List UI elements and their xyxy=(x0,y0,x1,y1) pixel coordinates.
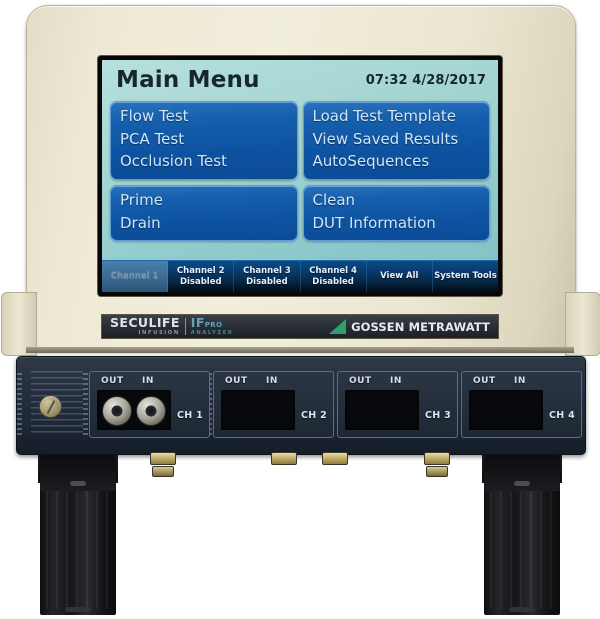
ch2-out-label: OUT xyxy=(225,376,248,386)
ch1-in-jack[interactable] xyxy=(136,396,166,426)
menu-item-load-test-template[interactable]: Load Test Template xyxy=(304,106,490,129)
tab-view-all-label: View All xyxy=(380,271,419,282)
ch1-out-jack[interactable] xyxy=(102,396,132,426)
menu-group-maintenance: Clean DUT Information xyxy=(302,185,490,242)
channel-separator xyxy=(17,373,22,435)
stand-leg-right-nub xyxy=(514,481,530,486)
tab-system-tools[interactable]: System Tools xyxy=(433,261,498,292)
lcd-screen[interactable]: Main Menu 07:32 4/28/2017 Flow Test PCA … xyxy=(102,60,498,292)
tab-channel-3[interactable]: Channel 3 Disabled xyxy=(234,261,301,292)
clock-datetime: 07:32 4/28/2017 xyxy=(365,72,486,88)
tab-channel-2-label: Channel 2 xyxy=(176,266,225,277)
edge-connector-pin xyxy=(150,452,176,465)
screen-header: Main Menu 07:32 4/28/2017 xyxy=(102,60,498,100)
ch2-in-label: IN xyxy=(266,376,278,386)
case-seam xyxy=(26,347,574,353)
stand-leg-left-foot xyxy=(65,607,91,612)
page-title: Main Menu xyxy=(116,66,260,93)
brand-plate: SECULIFE INFUSION IFPRO ANALYZER GOSSEN … xyxy=(101,314,499,339)
lcd-bezel: Main Menu 07:32 4/28/2017 Flow Test PCA … xyxy=(98,56,502,296)
ch4-port-plate xyxy=(469,390,543,430)
menu-item-autosequences[interactable]: AutoSequences xyxy=(304,151,490,174)
seculife-wordmark: SECULIFE INFUSION xyxy=(110,314,180,336)
tab-channel-3-label: Channel 3 xyxy=(243,266,291,277)
channel-module-1[interactable]: OUT IN CH 1 xyxy=(89,371,210,438)
ch3-in-label: IN xyxy=(390,376,402,386)
stand-leg-left-nub xyxy=(70,481,86,486)
model-name-text: IF xyxy=(190,314,205,330)
tab-channel-1-label: Channel 1 xyxy=(110,271,159,282)
ch2-port-plate xyxy=(221,390,295,430)
tab-view-all[interactable]: View All xyxy=(367,261,433,292)
ch4-out-label: OUT xyxy=(473,376,496,386)
tab-channel-2[interactable]: Channel 2 Disabled xyxy=(168,261,235,292)
ch1-out-label: OUT xyxy=(101,376,124,386)
channel-tab-bar: Channel 1 Channel 2 Disabled Channel 3 D… xyxy=(102,260,498,292)
menu-item-pca-test[interactable]: PCA Test xyxy=(111,129,297,152)
edge-connector-pin xyxy=(426,466,448,477)
tab-system-tools-label: System Tools xyxy=(434,271,497,282)
menu-item-dut-information[interactable]: DUT Information xyxy=(304,213,490,236)
logo-divider xyxy=(184,317,186,335)
menu-item-occlusion-test[interactable]: Occlusion Test xyxy=(111,151,297,174)
edge-connector-pin xyxy=(271,452,297,465)
green-triangle-icon xyxy=(329,319,347,334)
seculife-logo: SECULIFE INFUSION IFPRO ANALYZER xyxy=(110,314,234,336)
channel-separator xyxy=(83,373,88,435)
tab-channel-3-status: Disabled xyxy=(246,276,288,287)
stand-leg-left xyxy=(40,455,116,615)
ch3-name: CH 3 xyxy=(424,410,451,421)
panel-screw-left xyxy=(39,395,62,418)
connector-panel: OUT IN CH 1 OUT IN CH 2 OUT IN CH 3 OUT … xyxy=(16,356,586,455)
seculife-name: SECULIFE xyxy=(110,314,180,330)
tab-channel-4[interactable]: Channel 4 Disabled xyxy=(301,261,367,292)
edge-connector-pin xyxy=(152,466,174,477)
tab-channel-4-label: Channel 4 xyxy=(309,266,357,277)
ch1-port-plate xyxy=(97,390,171,430)
seculife-subtitle: INFUSION xyxy=(138,329,180,336)
menu-item-clean[interactable]: Clean xyxy=(304,190,490,213)
stand-leg-right-foot xyxy=(509,607,535,612)
menu-item-prime[interactable]: Prime xyxy=(111,190,297,213)
ch4-name: CH 4 xyxy=(548,410,575,421)
edge-connector-pin xyxy=(322,452,348,465)
main-menu-grid: Flow Test PCA Test Occlusion Test Load T… xyxy=(110,101,490,242)
menu-group-fluidics: Prime Drain xyxy=(110,185,298,242)
channel-module-2[interactable]: OUT IN CH 2 xyxy=(213,371,334,438)
model-wordmark: IFPRO ANALYZER xyxy=(190,314,234,336)
seculife-if-pro-device: Main Menu 07:32 4/28/2017 Flow Test PCA … xyxy=(0,0,600,619)
model-subtitle: ANALYZER xyxy=(190,329,234,336)
model-pro-text: PRO xyxy=(204,320,223,329)
ch3-out-label: OUT xyxy=(349,376,372,386)
manufacturer-name: GOSSEN METRAWATT xyxy=(351,319,490,334)
menu-group-templates: Load Test Template View Saved Results Au… xyxy=(302,101,490,181)
menu-item-view-saved-results[interactable]: View Saved Results xyxy=(304,129,490,152)
tab-channel-2-status: Disabled xyxy=(179,276,222,287)
menu-item-flow-test[interactable]: Flow Test xyxy=(111,106,297,129)
menu-group-tests: Flow Test PCA Test Occlusion Test xyxy=(110,101,298,181)
ch2-name: CH 2 xyxy=(300,410,327,421)
gossen-metrawatt-logo: GOSSEN METRAWATT xyxy=(329,319,490,334)
ch1-in-label: IN xyxy=(142,376,154,386)
ch4-in-label: IN xyxy=(514,376,526,386)
model-name: IFPRO xyxy=(190,314,234,330)
channel-module-4[interactable]: OUT IN CH 4 xyxy=(461,371,582,438)
stand-leg-right xyxy=(484,455,560,615)
channel-module-3[interactable]: OUT IN CH 3 xyxy=(337,371,458,438)
menu-item-drain[interactable]: Drain xyxy=(111,213,297,236)
tab-channel-4-status: Disabled xyxy=(312,276,354,287)
tab-channel-1[interactable]: Channel 1 xyxy=(102,261,169,292)
edge-connector-pin xyxy=(424,452,450,465)
ch3-port-plate xyxy=(345,390,419,430)
ch1-name: CH 1 xyxy=(176,410,203,421)
